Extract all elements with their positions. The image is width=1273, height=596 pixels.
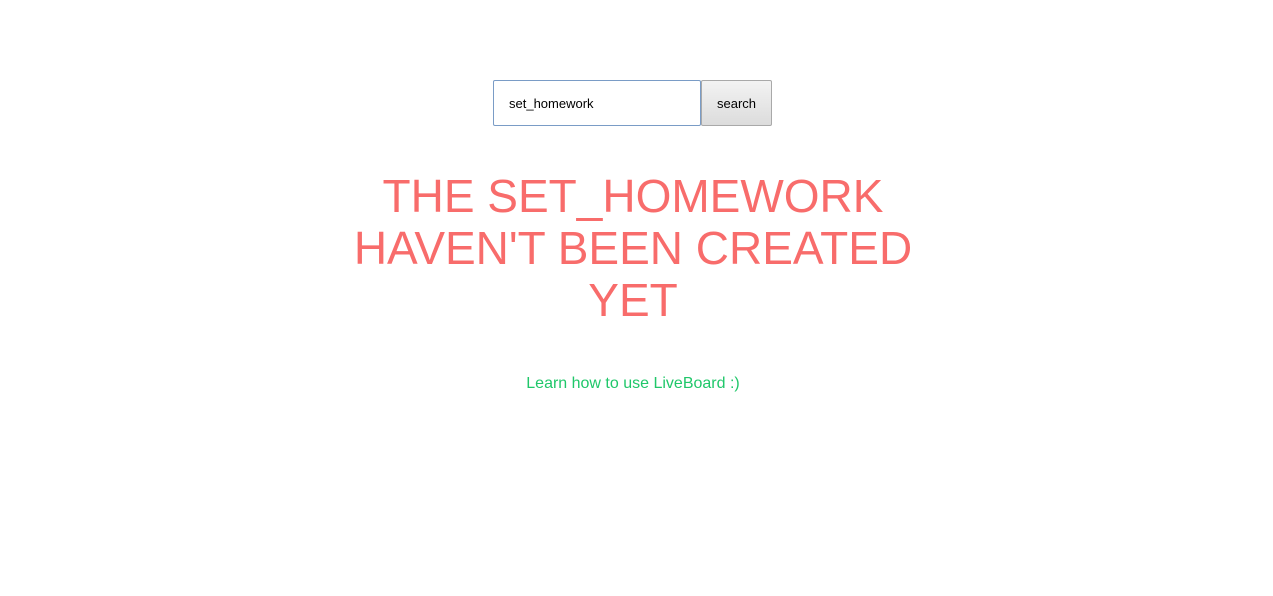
help-link-container: Learn how to use LiveBoard :) xyxy=(0,375,1266,393)
search-input[interactable] xyxy=(493,80,701,126)
search-bar: search xyxy=(493,80,772,126)
learn-liveboard-link[interactable]: Learn how to use LiveBoard :) xyxy=(526,375,739,392)
page: search THE SET_HOMEWORK HAVEN'T BEEN CRE… xyxy=(0,0,1273,596)
not-created-message: THE SET_HOMEWORK HAVEN'T BEEN CREATED YE… xyxy=(353,170,913,326)
message-container: THE SET_HOMEWORK HAVEN'T BEEN CREATED YE… xyxy=(0,170,1266,326)
search-button[interactable]: search xyxy=(701,80,772,126)
